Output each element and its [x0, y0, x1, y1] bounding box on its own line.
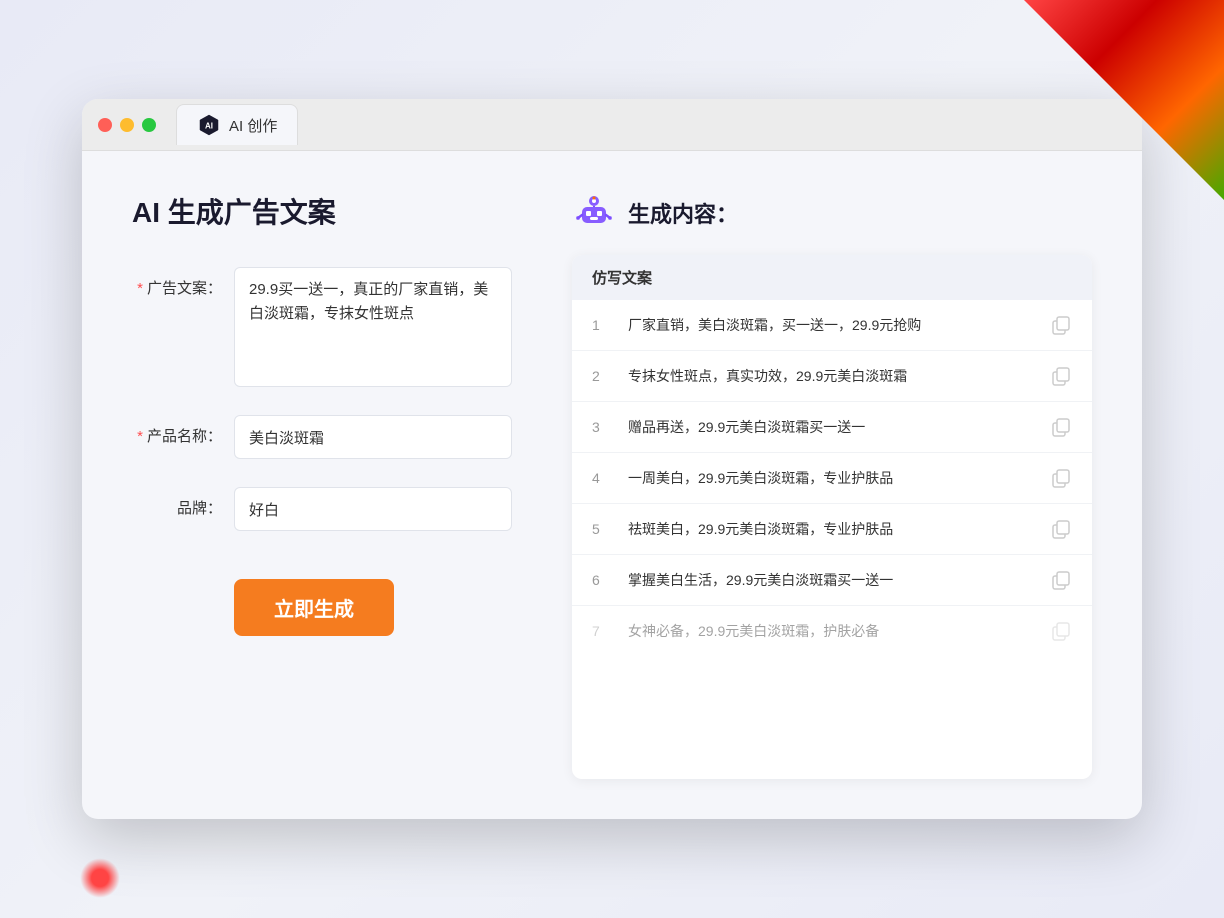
result-row: 7 女神必备，29.9元美白淡斑霜，护肤必备 [572, 606, 1092, 656]
browser-window: AI AI 创作 AI 生成广告文案 *广告文案： 29.9买一送一，真正的厂家… [82, 99, 1142, 819]
result-row: 3 赠品再送，29.9元美白淡斑霜买一送一 [572, 402, 1092, 453]
brand-label: 品牌： [132, 487, 222, 518]
ai-creation-tab[interactable]: AI AI 创作 [176, 104, 298, 145]
row-text: 厂家直销，美白淡斑霜，买一送一，29.9元抢购 [628, 315, 1034, 336]
required-star-2: * [137, 428, 143, 445]
copy-icon[interactable] [1050, 314, 1072, 336]
robot-icon [572, 191, 616, 235]
row-text: 女神必备，29.9元美白淡斑霜，护肤必备 [628, 621, 1034, 642]
ai-hex-icon: AI [197, 113, 221, 137]
result-rows-container: 1 厂家直销，美白淡斑霜，买一送一，29.9元抢购 2 专抹女性斑点，真实功效，… [572, 300, 1092, 656]
result-row: 4 一周美白，29.9元美白淡斑霜，专业护肤品 [572, 453, 1092, 504]
row-number: 3 [592, 419, 612, 435]
row-text: 祛斑美白，29.9元美白淡斑霜，专业护肤品 [628, 519, 1034, 540]
result-row: 6 掌握美白生活，29.9元美白淡斑霜买一送一 [572, 555, 1092, 606]
copy-icon[interactable] [1050, 620, 1072, 642]
result-row: 1 厂家直销，美白淡斑霜，买一送一，29.9元抢购 [572, 300, 1092, 351]
svg-text:AI: AI [205, 122, 213, 131]
result-table: 仿写文案 1 厂家直销，美白淡斑霜，买一送一，29.9元抢购 2 专抹女性斑点，… [572, 255, 1092, 779]
right-panel: 生成内容： 仿写文案 1 厂家直销，美白淡斑霜，买一送一，29.9元抢购 2 专… [572, 191, 1092, 779]
brand-field: 品牌： [132, 487, 512, 531]
brand-input[interactable] [234, 487, 512, 531]
main-content: AI 生成广告文案 *广告文案： 29.9买一送一，真正的厂家直销，美白淡斑霜，… [82, 151, 1142, 819]
minimize-button[interactable] [120, 118, 134, 132]
result-row: 2 专抹女性斑点，真实功效，29.9元美白淡斑霜 [572, 351, 1092, 402]
row-number: 6 [592, 572, 612, 588]
ad-text-field: *广告文案： 29.9买一送一，真正的厂家直销，美白淡斑霜，专抹女性斑点 [132, 267, 512, 387]
left-panel: AI 生成广告文案 *广告文案： 29.9买一送一，真正的厂家直销，美白淡斑霜，… [132, 191, 512, 779]
row-text: 掌握美白生活，29.9元美白淡斑霜买一送一 [628, 570, 1034, 591]
copy-icon[interactable] [1050, 518, 1072, 540]
row-number: 5 [592, 521, 612, 537]
row-text: 赠品再送，29.9元美白淡斑霜买一送一 [628, 417, 1034, 438]
ad-text-input[interactable]: 29.9买一送一，真正的厂家直销，美白淡斑霜，专抹女性斑点 [234, 267, 512, 387]
product-name-input[interactable] [234, 415, 512, 459]
maximize-button[interactable] [142, 118, 156, 132]
result-title: 生成内容： [628, 197, 738, 229]
copy-icon[interactable] [1050, 416, 1072, 438]
product-name-field: *产品名称： [132, 415, 512, 459]
table-header: 仿写文案 [572, 255, 1092, 300]
close-button[interactable] [98, 118, 112, 132]
copy-icon[interactable] [1050, 365, 1072, 387]
row-number: 2 [592, 368, 612, 384]
required-star-1: * [137, 280, 143, 297]
row-number: 4 [592, 470, 612, 486]
tab-label: AI 创作 [229, 115, 277, 136]
row-text: 一周美白，29.9元美白淡斑霜，专业护肤品 [628, 468, 1034, 489]
traffic-lights [98, 118, 156, 132]
result-row: 5 祛斑美白，29.9元美白淡斑霜，专业护肤品 [572, 504, 1092, 555]
row-number: 1 [592, 317, 612, 333]
copy-icon[interactable] [1050, 467, 1072, 489]
row-number: 7 [592, 623, 612, 639]
product-name-label: *产品名称： [132, 415, 222, 446]
title-bar: AI AI 创作 [82, 99, 1142, 151]
result-header: 生成内容： [572, 191, 1092, 235]
row-text: 专抹女性斑点，真实功效，29.9元美白淡斑霜 [628, 366, 1034, 387]
copy-icon[interactable] [1050, 569, 1072, 591]
ad-text-label: *广告文案： [132, 267, 222, 298]
generate-button[interactable]: 立即生成 [234, 579, 394, 636]
page-title: AI 生成广告文案 [132, 191, 512, 231]
